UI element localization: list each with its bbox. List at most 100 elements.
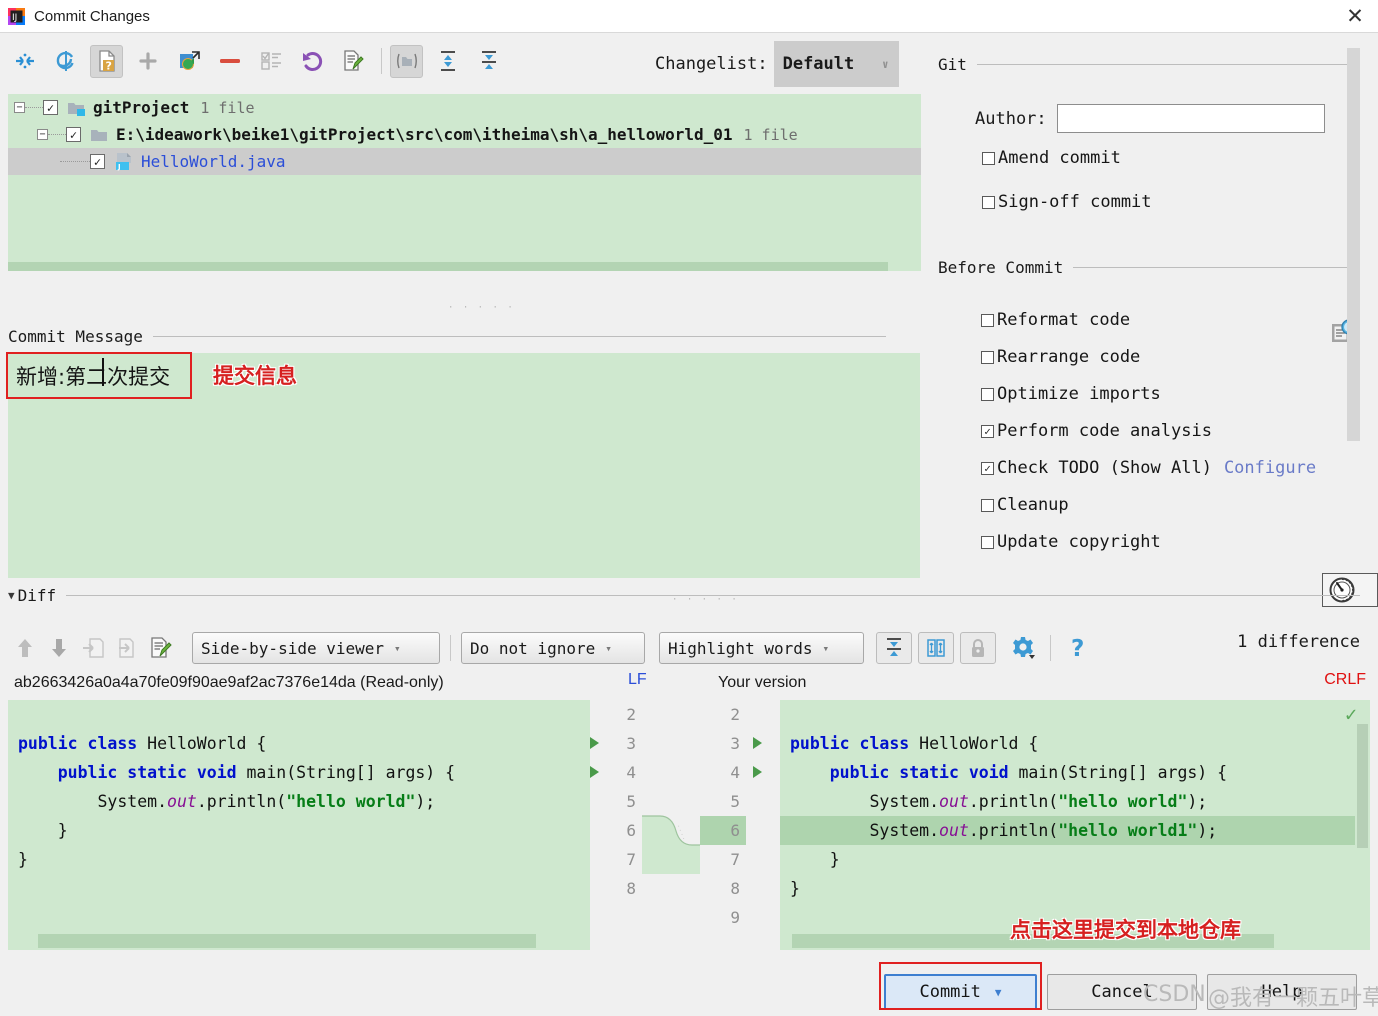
table-row[interactable]: ✓ J HelloWorld.java xyxy=(8,148,921,175)
highlight-mode-dropdown[interactable]: Highlight words ▾ xyxy=(659,632,864,664)
git-section-title: Git xyxy=(938,55,967,74)
diff-right-line-ending: CRLF xyxy=(1324,671,1366,688)
changed-files-tree[interactable]: − ✓ gitProject 1 file − ✓ E:\ideawork\be… xyxy=(8,94,921,271)
rearrange-code-row[interactable]: Rearrange code xyxy=(981,347,1140,367)
line-number: 7 xyxy=(626,850,636,869)
commit-button-label: Commit xyxy=(919,982,981,1002)
commit-button[interactable]: Commit ▼ xyxy=(884,974,1037,1010)
unversioned-files-icon[interactable]: ? xyxy=(90,44,123,78)
table-row[interactable]: − ✓ E:\ideawork\beike1\gitProject\src\co… xyxy=(8,121,921,148)
whitespace-mode-value: Do not ignore xyxy=(470,638,596,658)
code-line: public class HelloWorld { xyxy=(18,734,267,753)
tree-row-checkbox[interactable]: ✓ xyxy=(90,154,105,169)
accept-right-icon[interactable] xyxy=(110,631,144,665)
check-todo-checkbox[interactable]: ✓ xyxy=(981,461,994,475)
tree-connector xyxy=(48,134,66,135)
edit-source-icon[interactable] xyxy=(336,45,369,78)
line-number: 2 xyxy=(626,705,636,724)
update-copyright-checkbox[interactable] xyxy=(981,535,994,549)
close-icon[interactable]: ✕ xyxy=(1332,0,1378,33)
update-copyright-row[interactable]: Update copyright xyxy=(981,532,1161,552)
refresh-icon[interactable] xyxy=(49,45,82,78)
rearrange-code-checkbox[interactable] xyxy=(981,350,994,364)
commit-message-section-title: Commit Message xyxy=(8,326,143,346)
cleanup-checkbox[interactable] xyxy=(981,498,994,512)
delete-icon[interactable] xyxy=(213,45,246,78)
svg-text:J: J xyxy=(117,163,121,171)
accept-left-icon[interactable] xyxy=(76,631,110,665)
optimize-imports-row[interactable]: Optimize imports xyxy=(981,384,1161,404)
tree-horizontal-scrollbar[interactable] xyxy=(8,262,921,271)
amend-commit-checkbox[interactable] xyxy=(982,151,995,165)
tree-connector xyxy=(25,107,43,108)
commit-message-input[interactable]: 新增:第二次提交 xyxy=(8,353,920,578)
optimize-imports-checkbox[interactable] xyxy=(981,387,994,401)
viewer-mode-dropdown[interactable]: Side-by-side viewer ▾ xyxy=(192,632,440,664)
revert-icon[interactable] xyxy=(295,45,328,78)
accept-change-arrow-icon[interactable] xyxy=(753,737,762,749)
amend-commit-row[interactable]: Amend commit xyxy=(982,148,1121,168)
reformat-code-checkbox[interactable] xyxy=(981,313,994,327)
diff-section-header[interactable]: ▼ Diff xyxy=(8,584,1370,606)
perform-code-analysis-checkbox[interactable]: ✓ xyxy=(981,424,994,438)
tree-connector xyxy=(60,161,90,162)
configure-todo-link[interactable]: Configure xyxy=(1224,458,1316,478)
intellij-idea-icon: IJ xyxy=(8,7,25,25)
collapse-all-icon[interactable] xyxy=(472,45,505,78)
expand-all-icon[interactable] xyxy=(431,45,464,78)
right-panel-scrollbar[interactable] xyxy=(1347,48,1360,441)
perform-code-analysis-label: Perform code analysis xyxy=(997,421,1212,441)
group-by-directory-icon[interactable] xyxy=(390,44,423,78)
collapse-unchanged-icon[interactable] xyxy=(876,632,912,664)
tree-row-label: gitProject xyxy=(93,98,190,117)
show-diff-icon[interactable] xyxy=(8,45,41,78)
perform-code-analysis-row[interactable]: ✓ Perform code analysis xyxy=(981,421,1212,441)
update-copyright-label: Update copyright xyxy=(997,532,1161,552)
accept-change-arrow-icon[interactable] xyxy=(590,766,599,778)
line-number: 2 xyxy=(730,705,740,724)
reformat-code-row[interactable]: Reformat code xyxy=(981,310,1130,330)
gear-icon[interactable] xyxy=(1006,631,1040,665)
whitespace-mode-dropdown[interactable]: Do not ignore ▾ xyxy=(461,632,645,664)
sign-off-commit-checkbox[interactable] xyxy=(982,195,995,209)
cleanup-row[interactable]: Cleanup xyxy=(981,495,1069,515)
question-mark-icon[interactable]: ? xyxy=(1061,631,1095,665)
splitter-handle[interactable]: · · · · · xyxy=(448,303,515,313)
add-icon[interactable] xyxy=(131,45,164,78)
diff-toolbar: Side-by-side viewer ▾ Do not ignore ▾ Hi… xyxy=(8,625,1095,671)
edit-source-icon[interactable] xyxy=(144,631,178,665)
diff-right-code-pane[interactable]: public class HelloWorld { public static … xyxy=(780,700,1370,950)
chevron-down-icon[interactable]: ▼ xyxy=(8,589,15,602)
line-number: 5 xyxy=(626,792,636,811)
move-to-changelist-icon[interactable] xyxy=(172,45,205,78)
tree-row-checkbox[interactable]: ✓ xyxy=(43,100,58,115)
read-only-lock-icon[interactable] xyxy=(960,632,996,664)
author-field[interactable] xyxy=(1056,104,1325,133)
check-todo-row[interactable]: ✓ Check TODO (Show All) Configure xyxy=(981,458,1316,478)
diff-right-vertical-scrollbar[interactable] xyxy=(1357,724,1368,848)
tree-collapse-toggle[interactable]: − xyxy=(14,102,25,113)
title-bar: IJ Commit Changes ✕ xyxy=(0,0,1378,33)
reformat-code-label: Reformat code xyxy=(997,310,1131,330)
select-all-icon[interactable] xyxy=(254,45,287,78)
next-difference-icon[interactable] xyxy=(42,631,76,665)
changelist-dropdown[interactable]: Default ∨ xyxy=(773,41,899,87)
tree-collapse-toggle[interactable]: − xyxy=(37,129,48,140)
check-todo-label: Check TODO (Show All) xyxy=(997,458,1212,478)
commit-dropdown-arrow-icon[interactable]: ▼ xyxy=(995,986,1002,999)
diff-right-title: Your version xyxy=(718,674,807,691)
diff-left-horizontal-scrollbar[interactable] xyxy=(8,934,590,948)
tree-row-checkbox[interactable]: ✓ xyxy=(66,127,81,142)
synchronize-scrolling-icon[interactable] xyxy=(918,632,954,664)
accept-change-arrow-icon[interactable] xyxy=(753,766,762,778)
sign-off-commit-row[interactable]: Sign-off commit xyxy=(982,192,1152,212)
accept-change-arrow-icon[interactable] xyxy=(590,737,599,749)
line-number: 8 xyxy=(626,879,636,898)
highlight-mode-value: Highlight words xyxy=(668,638,813,658)
diff-left-code-pane[interactable]: public class HelloWorld { public static … xyxy=(8,700,590,950)
cleanup-label: Cleanup xyxy=(997,495,1069,515)
previous-difference-icon[interactable] xyxy=(8,631,42,665)
watermark-site: CSDN xyxy=(1143,982,1206,1007)
svg-text:IJ: IJ xyxy=(12,13,17,23)
table-row[interactable]: − ✓ gitProject 1 file xyxy=(8,94,921,121)
